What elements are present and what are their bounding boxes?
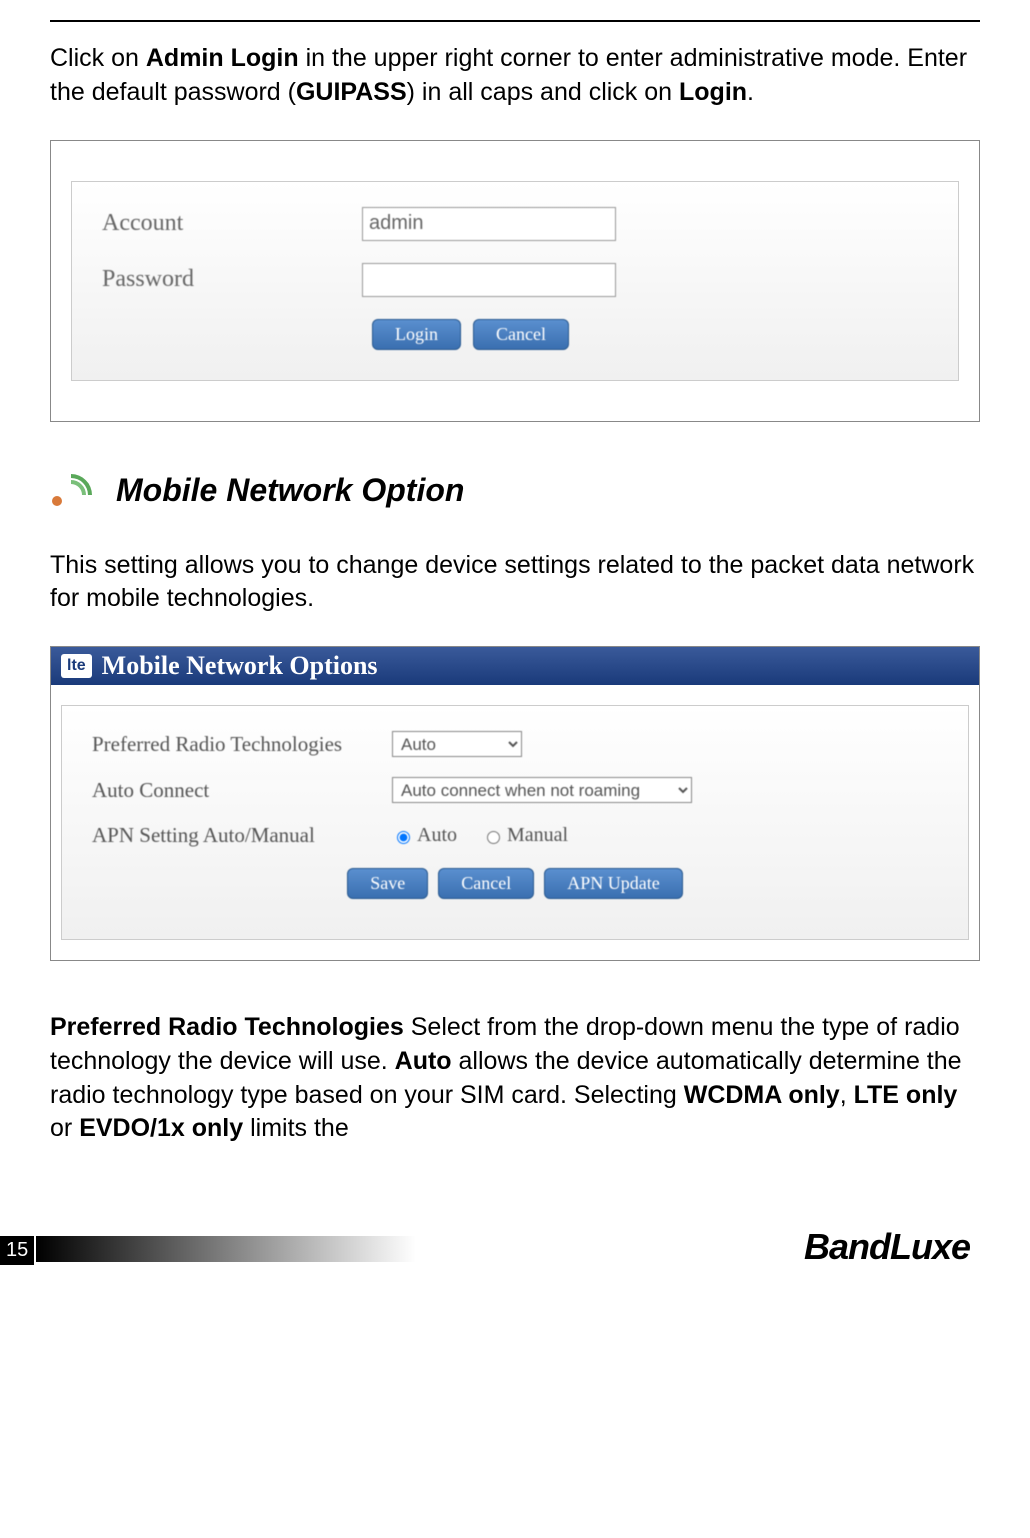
password-input[interactable] bbox=[362, 263, 616, 297]
login-screenshot: Account Password Login Cancel bbox=[50, 140, 980, 422]
outro-paragraph: Preferred Radio Technologies Select from… bbox=[50, 1011, 980, 1146]
apn-label: APN Setting Auto/Manual bbox=[92, 823, 392, 848]
login-button[interactable]: Login bbox=[372, 319, 461, 350]
account-input[interactable] bbox=[362, 207, 616, 241]
intro-paragraph: Click on Admin Login in the upper right … bbox=[50, 42, 980, 110]
outro-bold-wcdma: WCDMA only bbox=[684, 1081, 840, 1109]
outro-text: or bbox=[50, 1114, 79, 1142]
apn-radio-manual-label[interactable]: Manual bbox=[482, 824, 568, 847]
section-description: This setting allows you to change device… bbox=[50, 549, 980, 617]
intro-bold-guipass: GUIPASS bbox=[296, 78, 407, 106]
intro-text: ) in all caps and click on bbox=[407, 78, 679, 106]
section-title: Mobile Network Option bbox=[116, 472, 464, 509]
mno-header: lte Mobile Network Options bbox=[51, 647, 979, 685]
footer-gradient bbox=[36, 1236, 416, 1262]
intro-text: . bbox=[747, 78, 754, 106]
apn-manual-text: Manual bbox=[507, 824, 568, 847]
apn-auto-text: Auto bbox=[417, 824, 457, 847]
outro-bold-prt: Preferred Radio Technologies bbox=[50, 1013, 404, 1041]
apn-update-button[interactable]: APN Update bbox=[544, 868, 683, 899]
apn-radio-auto-label[interactable]: Auto bbox=[392, 824, 457, 847]
page-footer: 15 BandLuxe bbox=[0, 1226, 1030, 1276]
intro-bold-admin-login: Admin Login bbox=[146, 44, 299, 72]
mno-header-title: Mobile Network Options bbox=[102, 651, 378, 681]
apn-radio-auto[interactable] bbox=[397, 831, 410, 844]
outro-bold-lte: LTE only bbox=[854, 1081, 958, 1109]
auto-connect-label: Auto Connect bbox=[92, 778, 392, 803]
outro-text: , bbox=[840, 1081, 854, 1109]
outro-bold-auto: Auto bbox=[395, 1047, 452, 1075]
save-button[interactable]: Save bbox=[347, 868, 428, 899]
password-label: Password bbox=[102, 266, 362, 293]
section-heading: Mobile Network Option bbox=[50, 472, 980, 509]
intro-text: Click on bbox=[50, 44, 146, 72]
auto-connect-select[interactable]: Auto connect when not roaming bbox=[392, 777, 692, 803]
lte-badge-icon: lte bbox=[61, 654, 92, 678]
prt-label: Preferred Radio Technologies bbox=[92, 732, 392, 757]
intro-bold-login: Login bbox=[679, 78, 747, 106]
prt-select[interactable]: Auto bbox=[392, 731, 522, 757]
outro-bold-evdo: EVDO/1x only bbox=[79, 1114, 243, 1142]
brand-logo: BandLuxe bbox=[804, 1226, 970, 1268]
account-label: Account bbox=[102, 210, 362, 237]
wifi-icon bbox=[50, 472, 86, 508]
page-number: 15 bbox=[0, 1236, 34, 1265]
top-rule bbox=[50, 20, 980, 22]
mno-screenshot: lte Mobile Network Options Preferred Rad… bbox=[50, 646, 980, 961]
apn-radio-manual[interactable] bbox=[487, 831, 500, 844]
cancel-button[interactable]: Cancel bbox=[473, 319, 569, 350]
outro-text: limits the bbox=[243, 1114, 349, 1142]
mno-cancel-button[interactable]: Cancel bbox=[438, 868, 534, 899]
